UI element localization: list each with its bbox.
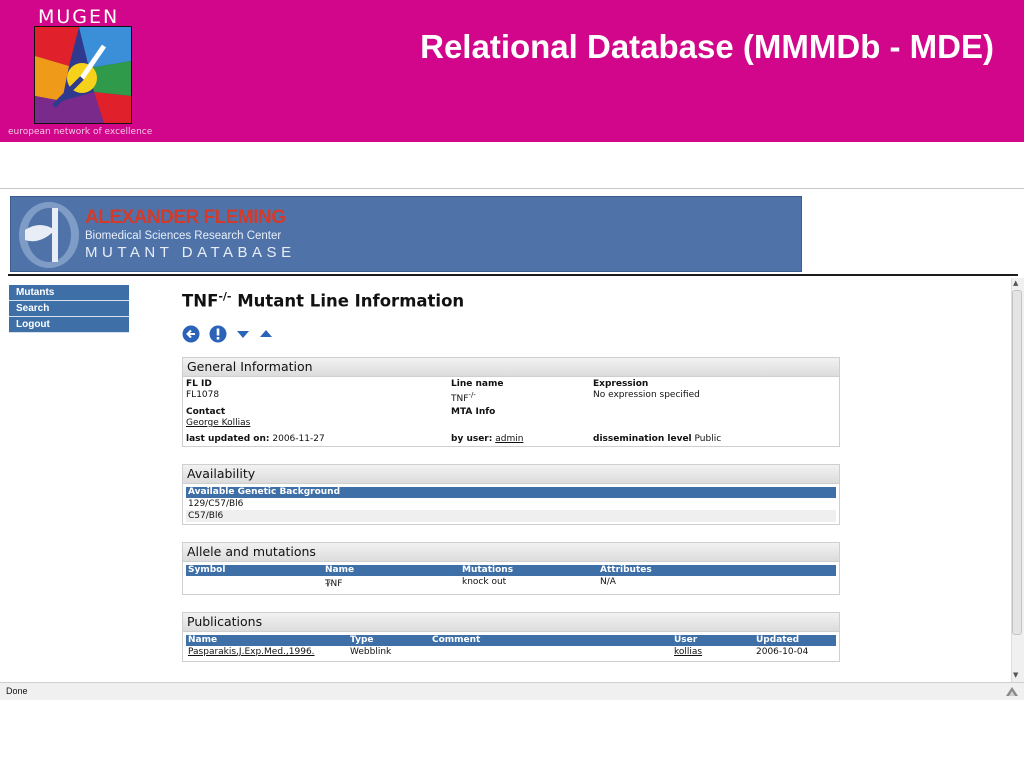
allele-gene: TNF	[325, 579, 343, 589]
column-header-type: Type	[350, 635, 374, 645]
publication-user-link[interactable]: kollias	[674, 646, 702, 658]
sidebar-item-logout[interactable]: Logout	[9, 317, 129, 333]
browser-status-bar: Done	[0, 682, 1024, 700]
last-updated: last updated on: 2006-11-27	[186, 434, 325, 444]
availability-title: Availability	[183, 465, 839, 484]
table-row: C57/Bl6	[186, 510, 836, 522]
last-updated-value: 2006-11-27	[272, 434, 325, 444]
column-header-mutations: Mutations	[462, 565, 514, 575]
dissemination-label: dissemination level	[593, 434, 692, 444]
page-title-gene: TNF	[182, 291, 219, 311]
updated-by-label: by user:	[451, 434, 493, 444]
availability-column-header: Available Genetic Background	[188, 487, 341, 497]
page-title-suffix: Mutant Line Information	[231, 291, 465, 311]
publications-panel: Publications Name Type Comment User Upda…	[182, 612, 840, 662]
scrollbar-thumb[interactable]	[1012, 290, 1022, 635]
column-header-name: Name	[188, 635, 218, 645]
back-icon[interactable]	[182, 325, 200, 343]
table-row: TNF -/- knock out N/A	[186, 576, 836, 590]
publications-table-header: Name Type Comment User Updated	[186, 635, 836, 646]
column-header-symbol: Symbol	[188, 565, 226, 575]
mugen-tagline: european network of excellence	[8, 127, 153, 137]
slide-header-band: MUGEN european network of excellence Rel…	[0, 0, 1024, 142]
general-information-title: General Information	[183, 358, 839, 377]
status-resize-icon	[1006, 687, 1018, 696]
allele-mutation-type: knock out	[462, 577, 507, 587]
last-updated-label: last updated on:	[186, 434, 270, 444]
alexander-fleming-logo-icon	[19, 202, 79, 268]
status-text: Done	[6, 686, 28, 696]
scroll-up-icon[interactable]: ▲	[1013, 279, 1018, 287]
updated-by: by user: admin	[451, 434, 523, 444]
fl-id-label: FL ID	[186, 379, 212, 389]
page-title: TNF-/- Mutant Line Information	[182, 290, 464, 311]
allele-mutations-panel: Allele and mutations Symbol Name Mutatio…	[182, 542, 840, 595]
line-name-gene: TNF	[451, 394, 469, 404]
publications-title: Publications	[183, 613, 839, 632]
mugen-wordmark: MUGEN	[38, 6, 120, 28]
genetic-background-value: 129/C57/Bl6	[188, 499, 244, 509]
allele-attributes: N/A	[600, 577, 616, 587]
updated-by-user-link[interactable]: admin	[495, 434, 523, 444]
line-name-genotype: -/-	[468, 391, 476, 399]
publication-type: Webblink	[350, 647, 392, 657]
column-header-updated: Updated	[756, 635, 800, 645]
dissemination-value: Public	[694, 434, 722, 444]
line-name-value: TNF-/-	[451, 391, 476, 404]
expression-value: No expression specified	[593, 390, 700, 400]
dissemination: dissemination level Public	[593, 434, 721, 444]
allele-name: TNF -/-	[325, 578, 342, 594]
sidebar-nav: Mutants Search Logout	[9, 285, 129, 333]
slide-title: Relational Database (MMMDb - MDE)	[420, 28, 994, 65]
contact-link[interactable]: George Kollias	[186, 418, 250, 428]
fl-id-value: FL1078	[186, 390, 220, 400]
expression-label: Expression	[593, 379, 649, 389]
sidebar-item-mutants[interactable]: Mutants	[9, 285, 129, 301]
browser-top-rule	[0, 188, 1024, 189]
site-name: ALEXANDER FLEMING	[85, 207, 286, 228]
column-header-name: Name	[325, 565, 355, 575]
general-information-panel: General Information FL ID FL1078 Line na…	[182, 357, 840, 447]
info-icon[interactable]	[209, 325, 227, 343]
genetic-background-value: C57/Bl6	[188, 511, 224, 521]
column-header-user: User	[674, 635, 698, 645]
expand-down-icon[interactable]	[234, 325, 252, 343]
site-database-title: MUTANT DATABASE	[85, 244, 296, 261]
banner-divider	[8, 274, 1018, 276]
allele-table-header: Symbol Name Mutations Attributes	[186, 565, 836, 576]
scroll-down-icon[interactable]: ▼	[1013, 671, 1018, 679]
column-header-attributes: Attributes	[600, 565, 652, 575]
contact-label: Contact	[186, 407, 226, 417]
publication-link[interactable]: Pasparakis,J.Exp.Med.,1996.	[188, 646, 315, 658]
site-subtitle: Biomedical Sciences Research Center	[85, 230, 282, 242]
mugen-logo-icon	[34, 26, 132, 124]
page-title-genotype: -/-	[218, 290, 232, 303]
mta-info-label: MTA Info	[451, 407, 496, 417]
publication-updated: 2006-10-04	[756, 647, 809, 657]
sidebar-item-search[interactable]: Search	[9, 301, 129, 317]
line-name-label: Line name	[451, 379, 504, 389]
table-row: 129/C57/Bl6	[186, 498, 836, 510]
availability-table-header: Available Genetic Background	[186, 487, 836, 498]
collapse-up-icon[interactable]	[257, 325, 275, 343]
column-header-comment: Comment	[432, 635, 481, 645]
availability-panel: Availability Available Genetic Backgroun…	[182, 464, 840, 525]
site-banner: ALEXANDER FLEMING Biomedical Sciences Re…	[10, 196, 802, 272]
allele-mutations-title: Allele and mutations	[183, 543, 839, 562]
table-row: Pasparakis,J.Exp.Med.,1996. Webblink kol…	[186, 646, 836, 658]
